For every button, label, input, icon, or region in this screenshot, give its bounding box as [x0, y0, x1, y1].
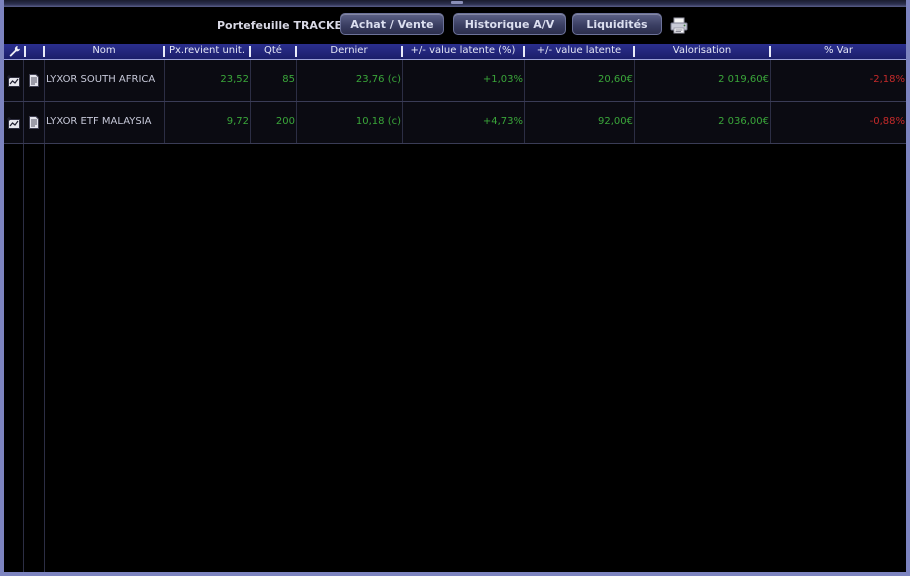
- table-row[interactable]: LYXOR SOUTH AFRICA 23,52 85 23,76 (c) +1…: [4, 60, 906, 102]
- chart-add-icon-cell[interactable]: [4, 60, 24, 101]
- column-header-valuation[interactable]: Valorisation: [635, 44, 769, 59]
- cost-price: 23,52: [165, 60, 251, 101]
- latent-value: 20,60€: [525, 60, 635, 101]
- document-icon[interactable]: [28, 74, 40, 87]
- latent-value: 92,00€: [525, 102, 635, 143]
- security-name[interactable]: LYXOR SOUTH AFRICA: [45, 60, 165, 101]
- quantity: 85: [251, 60, 297, 101]
- empty-gutter: [24, 144, 45, 572]
- quantity: 200: [251, 102, 297, 143]
- resize-grip-icon[interactable]: [451, 1, 463, 4]
- last-price: 10,18 (c): [297, 102, 403, 143]
- document-icon[interactable]: [28, 116, 40, 129]
- table-row[interactable]: LYXOR ETF MALAYSIA 9,72 200 10,18 (c) +4…: [4, 102, 906, 144]
- column-header-latent-pct[interactable]: +/- value latente (%): [403, 44, 523, 59]
- chart-add-icon[interactable]: [6, 116, 21, 129]
- latent-value-pct: +4,73%: [403, 102, 525, 143]
- latent-value-pct: +1,03%: [403, 60, 525, 101]
- column-header-var[interactable]: % Var: [771, 44, 906, 59]
- cash-button[interactable]: Liquidités: [572, 13, 662, 35]
- column-header-cost[interactable]: Px.revient unit.: [165, 44, 249, 59]
- printer-icon[interactable]: [669, 17, 689, 34]
- column-separator[interactable]: [24, 46, 26, 57]
- document-icon-cell[interactable]: [24, 102, 45, 143]
- percent-var: -0,88%: [869, 116, 905, 127]
- wrench-icon[interactable]: [8, 45, 21, 58]
- empty-gutter: [4, 144, 24, 572]
- column-header-last[interactable]: Dernier: [297, 44, 401, 59]
- valuation: 2 019,60€: [635, 60, 771, 101]
- document-icon-cell[interactable]: [24, 60, 45, 101]
- chart-add-icon[interactable]: [6, 74, 21, 87]
- percent-var: -2,18%: [869, 74, 905, 85]
- cost-price: 9,72: [165, 102, 251, 143]
- buy-sell-button[interactable]: Achat / Vente: [340, 13, 444, 35]
- table-header: Nom Px.revient unit. Qté Dernier +/- val…: [4, 44, 906, 60]
- column-header-qty[interactable]: Qté: [251, 44, 295, 59]
- column-header-name[interactable]: Nom: [45, 44, 163, 59]
- column-header-latent[interactable]: +/- value latente: [525, 44, 633, 59]
- valuation: 2 036,00€: [635, 102, 771, 143]
- chart-add-icon-cell[interactable]: [4, 102, 24, 143]
- portfolio-toolbar: Portefeuille TRACKER Achat / Vente Histo…: [4, 12, 906, 38]
- portfolio-title: Portefeuille TRACKER: [217, 19, 351, 32]
- history-button[interactable]: Historique A/V: [453, 13, 566, 35]
- window-top-bar[interactable]: [4, 0, 906, 7]
- security-name[interactable]: LYXOR ETF MALAYSIA: [45, 102, 165, 143]
- last-price: 23,76 (c): [297, 60, 403, 101]
